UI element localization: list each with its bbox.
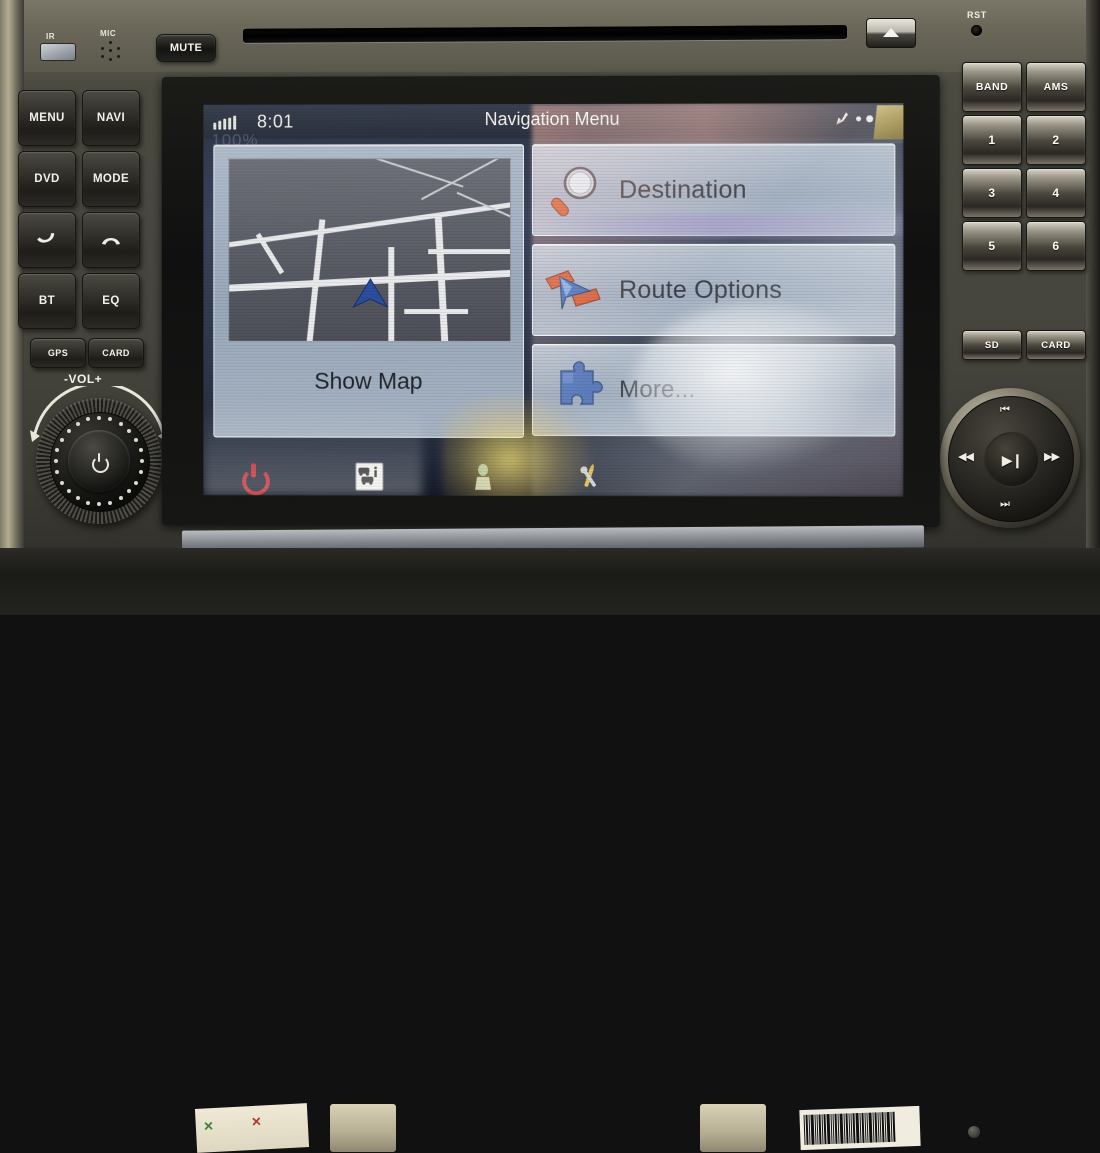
mic-label: MIC	[100, 29, 117, 38]
next-track-button[interactable]: ⏭	[1000, 498, 1010, 511]
play-pause-icon: ▶❙	[1001, 451, 1023, 468]
call-answer-button[interactable]	[18, 212, 76, 268]
mounting-bracket-right	[700, 1104, 766, 1152]
phone-hangup-icon	[102, 238, 120, 245]
menu-button[interactable]: MENU	[18, 90, 76, 146]
volume-knob[interactable]	[26, 386, 172, 528]
sd-button[interactable]: SD	[962, 330, 1022, 360]
rewind-button[interactable]: ◀◀	[958, 450, 974, 463]
band-button[interactable]: BAND	[962, 62, 1022, 112]
lcd-screen[interactable]: 8:01 Navigation Menu 100% Show Map Desti…	[203, 103, 904, 497]
poi-icon[interactable]	[468, 462, 498, 492]
mounting-bracket-left	[330, 1104, 396, 1152]
ir-receiver-window	[40, 43, 76, 61]
dvd-button[interactable]: DVD	[18, 151, 76, 207]
label-sticker: × ×	[194, 1103, 310, 1153]
destination-tile[interactable]: Destination	[532, 143, 896, 237]
preset-3-button[interactable]: 3	[962, 168, 1022, 218]
destination-label: Destination	[619, 175, 747, 204]
magnifier-icon	[533, 145, 619, 235]
bottom-taskbar	[203, 455, 904, 497]
map-thumbnail	[228, 158, 512, 342]
equalizer-button[interactable]: EQ	[82, 273, 140, 329]
media-dpad[interactable]: ⏮ ◀◀ ▶▶ ⏭ ▶❙	[940, 388, 1082, 530]
puzzle-piece-icon	[533, 345, 619, 435]
gps-button[interactable]: GPS	[30, 338, 86, 368]
route-options-tile[interactable]: Route Options	[532, 243, 896, 337]
mute-button[interactable]: MUTE	[156, 34, 216, 62]
more-tile[interactable]: More...	[532, 343, 896, 437]
head-unit-body: IR MIC MUTE RST MENU NAVI DVD MODE BT EQ…	[0, 0, 1100, 1153]
play-pause-button[interactable]: ▶❙	[984, 432, 1040, 488]
fast-forward-button[interactable]: ▶▶	[1044, 450, 1060, 463]
chassis-screw	[968, 1126, 980, 1138]
card-slot-button[interactable]: CARD	[1026, 330, 1086, 360]
sticker-mark-red: ×	[251, 1113, 262, 1131]
previous-track-button[interactable]: ⏮	[1000, 404, 1010, 417]
reset-pinhole-button[interactable]	[971, 25, 982, 36]
preset-2-button[interactable]: 2	[1026, 115, 1086, 165]
volume-label: -VOL+	[64, 372, 103, 386]
status-bar: 8:01 Navigation Menu	[203, 103, 904, 139]
mode-button[interactable]: MODE	[82, 151, 140, 207]
preset-4-button[interactable]: 4	[1026, 168, 1086, 218]
right-trim	[1086, 0, 1100, 615]
preset-6-button[interactable]: 6	[1026, 221, 1086, 271]
show-map-label: Show Map	[314, 367, 423, 394]
preset-1-button[interactable]: 1	[962, 115, 1022, 165]
microphone-icon	[97, 41, 127, 63]
ams-button[interactable]: AMS	[1026, 62, 1086, 112]
reset-label: RST	[967, 10, 987, 20]
sticker-mark-green: ×	[203, 1118, 214, 1136]
more-label: More...	[619, 376, 696, 404]
under-chassis: × ×	[0, 548, 1100, 1153]
power-icon	[91, 453, 109, 473]
show-map-tile[interactable]: Show Map	[213, 144, 525, 438]
tools-settings-icon[interactable]	[574, 462, 604, 492]
navigation-arrow-icon	[352, 278, 390, 309]
barcode-sticker	[799, 1105, 921, 1151]
left-button-cluster: MENU NAVI DVD MODE BT EQ	[18, 90, 140, 335]
satellite-dish-icon	[836, 111, 851, 125]
card-button[interactable]: CARD	[88, 338, 144, 368]
screen-bezel: 8:01 Navigation Menu 100% Show Map Desti…	[161, 74, 940, 528]
ir-label: IR	[46, 32, 55, 41]
gps-dot-2	[866, 114, 874, 122]
call-end-button[interactable]	[82, 212, 140, 268]
phone-answer-icon	[37, 233, 55, 243]
bluetooth-button[interactable]: BT	[18, 273, 76, 329]
sd-card-button-row: SD CARD	[962, 330, 1086, 360]
corner-reflection	[873, 105, 904, 140]
menu-content: Show Map Destination Route Options More.…	[203, 137, 903, 456]
page-title: Navigation Menu	[484, 108, 620, 130]
screen-inner: 8:01 Navigation Menu 100% Show Map Desti…	[203, 103, 904, 497]
navi-button[interactable]: NAVI	[82, 90, 140, 146]
gps-dot-1	[856, 115, 862, 121]
gps-card-button-row: GPS CARD	[30, 338, 144, 368]
eject-button[interactable]	[866, 18, 916, 48]
power-icon[interactable]	[239, 461, 269, 491]
power-button[interactable]	[68, 430, 130, 492]
eject-icon	[883, 27, 899, 37]
route-options-label: Route Options	[619, 275, 783, 304]
right-button-cluster: BAND AMS 1 2 3 4 5 6	[962, 62, 1086, 324]
preset-5-button[interactable]: 5	[962, 221, 1022, 271]
route-arrow-icon	[533, 245, 619, 335]
traffic-info-icon[interactable]	[354, 462, 384, 492]
